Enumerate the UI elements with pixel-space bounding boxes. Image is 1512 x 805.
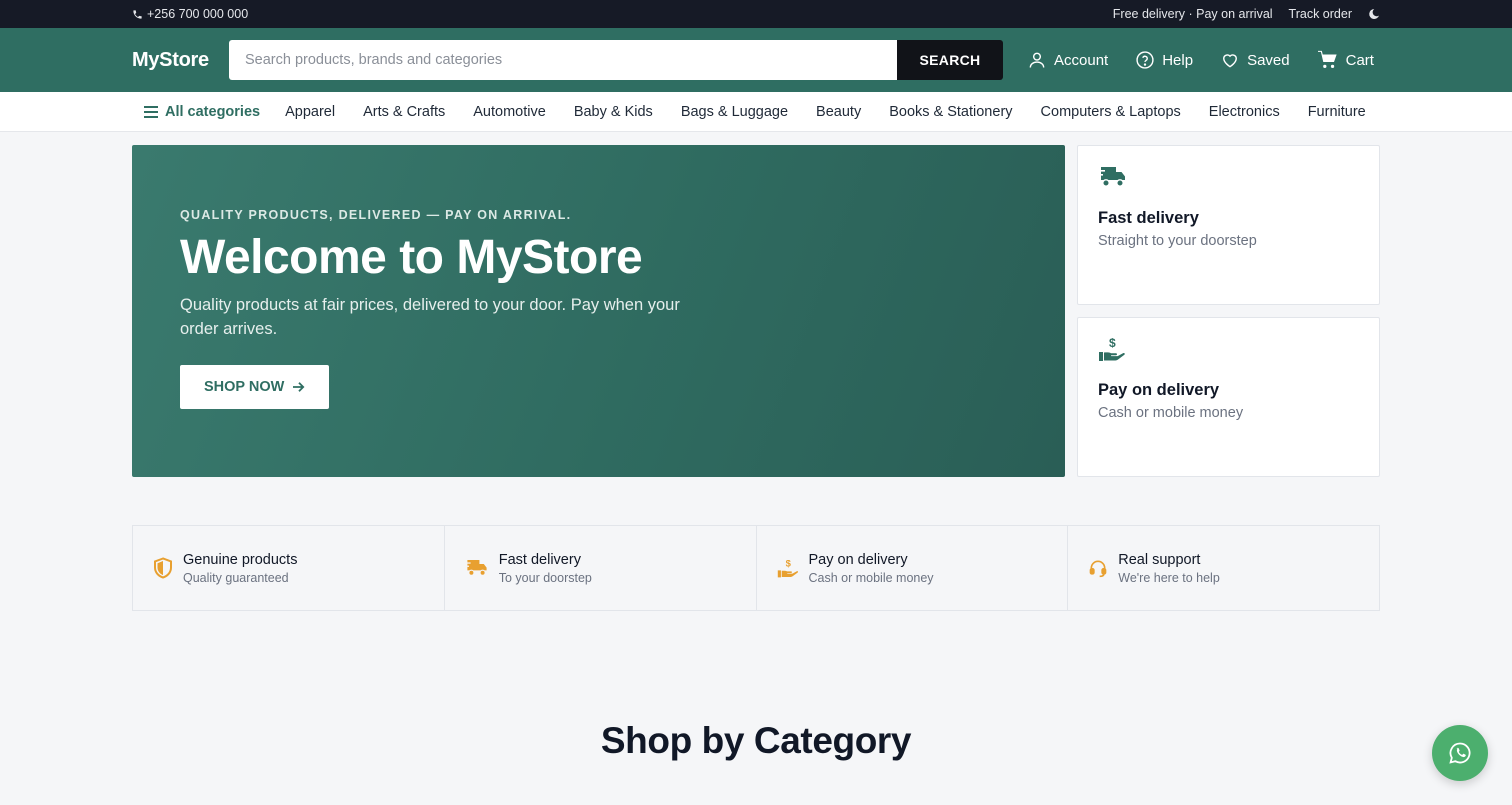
saved-label: Saved: [1247, 51, 1290, 69]
phone-icon: [132, 9, 143, 20]
moon-icon: [1369, 8, 1379, 19]
phone-number: +256 700 000 000: [147, 7, 249, 21]
feature-subtitle: Cash or mobile money: [808, 570, 934, 585]
truck-icon: [1098, 167, 1125, 187]
section-title: Shop by Category: [600, 720, 912, 761]
feature-title: Pay on delivery: [808, 551, 908, 568]
top-bar: +256 700 000 000 Free delivery · Pay on …: [0, 0, 1512, 28]
hand-money-icon: $: [777, 557, 798, 578]
account-link[interactable]: Account: [1027, 50, 1108, 70]
category-link[interactable]: Beauty: [816, 104, 861, 120]
account-label: Account: [1054, 51, 1109, 69]
cart-link[interactable]: Cart: [1317, 50, 1374, 70]
category-bar: All categories Apparel Arts & Crafts Aut…: [0, 92, 1512, 132]
side-card-pay-on-delivery[interactable]: $ Pay on delivery Cash or mobile money: [1077, 317, 1380, 477]
side-card-title: Fast delivery: [1098, 209, 1199, 227]
search-input[interactable]: [229, 40, 897, 80]
heart-icon: [1223, 54, 1238, 68]
feature-item: Fast delivery To your doorstep: [445, 526, 757, 610]
category-link[interactable]: Bags & Luggage: [681, 104, 788, 120]
track-order-link[interactable]: Track order: [1289, 7, 1352, 21]
promo-text: Free delivery · Pay on arrival: [1112, 7, 1273, 21]
feature-item: Genuine products Quality guaranteed: [133, 526, 445, 610]
svg-text:$: $: [1109, 336, 1116, 350]
side-card-subtitle: Straight to your doorstep: [1098, 233, 1257, 249]
shield-icon: [154, 557, 172, 579]
feature-subtitle: To your doorstep: [498, 570, 592, 585]
feature-item: Real support We're here to help: [1068, 526, 1379, 610]
contact-phone[interactable]: +256 700 000 000: [132, 7, 248, 21]
feature-subtitle: Quality guaranteed: [183, 570, 289, 585]
help-link[interactable]: Help: [1135, 50, 1193, 70]
side-card-title: Pay on delivery: [1098, 381, 1220, 399]
arrow-right-icon: [293, 381, 305, 392]
shop-now-button[interactable]: SHOP NOW: [180, 364, 330, 409]
side-card-fast-delivery[interactable]: Fast delivery Straight to your doorstep: [1077, 145, 1380, 305]
truck-icon: [464, 560, 487, 576]
all-categories-button[interactable]: All categories: [144, 104, 260, 120]
side-card-subtitle: Cash or mobile money: [1098, 405, 1244, 421]
feature-subtitle: We're here to help: [1118, 570, 1220, 585]
dark-mode-toggle[interactable]: [1368, 8, 1380, 20]
hero-title: Welcome to MyStore: [180, 231, 643, 284]
hand-money-icon: $: [1099, 336, 1125, 361]
feature-item: $ Pay on delivery Cash or mobile money: [757, 526, 1069, 610]
shop-now-label: SHOP NOW: [204, 378, 285, 395]
category-link[interactable]: Arts & Crafts: [363, 104, 445, 120]
whatsapp-button[interactable]: [1432, 725, 1488, 781]
category-link[interactable]: Baby & Kids: [574, 104, 653, 120]
search-button[interactable]: SEARCH: [897, 40, 1003, 80]
user-icon: [1029, 52, 1045, 68]
hero-subtitle: Quality products at fair prices, deliver…: [180, 295, 680, 338]
category-link[interactable]: Furniture: [1308, 104, 1366, 120]
help-icon: [1136, 51, 1154, 69]
all-categories-label: All categories: [165, 104, 261, 120]
category-link[interactable]: Electronics: [1209, 104, 1280, 120]
saved-link[interactable]: Saved: [1220, 50, 1290, 70]
cart-label: Cart: [1345, 51, 1374, 69]
search-bar: SEARCH: [229, 40, 1003, 80]
category-link[interactable]: Computers & Laptops: [1041, 104, 1181, 120]
svg-text:$: $: [785, 557, 791, 568]
help-label: Help: [1162, 51, 1194, 69]
hero-banner: QUALITY PRODUCTS, DELIVERED — PAY ON ARR…: [132, 145, 1065, 477]
category-link[interactable]: Apparel: [285, 104, 335, 120]
main-header: MyStore SEARCH Account Help Saved Cart: [0, 28, 1512, 92]
features-strip: Genuine products Quality guaranteed Fast…: [132, 525, 1380, 611]
feature-title: Fast delivery: [498, 551, 581, 568]
logo[interactable]: MyStore: [132, 49, 229, 72]
category-link[interactable]: Automotive: [473, 104, 546, 120]
menu-icon: [144, 106, 158, 118]
headset-icon: [1089, 560, 1107, 578]
feature-title: Genuine products: [183, 551, 298, 568]
cart-icon: [1317, 50, 1337, 68]
whatsapp-icon: [1449, 742, 1471, 764]
feature-title: Real support: [1118, 551, 1201, 568]
category-link[interactable]: Books & Stationery: [889, 104, 1012, 120]
hero-eyebrow: QUALITY PRODUCTS, DELIVERED — PAY ON ARR…: [180, 208, 572, 222]
